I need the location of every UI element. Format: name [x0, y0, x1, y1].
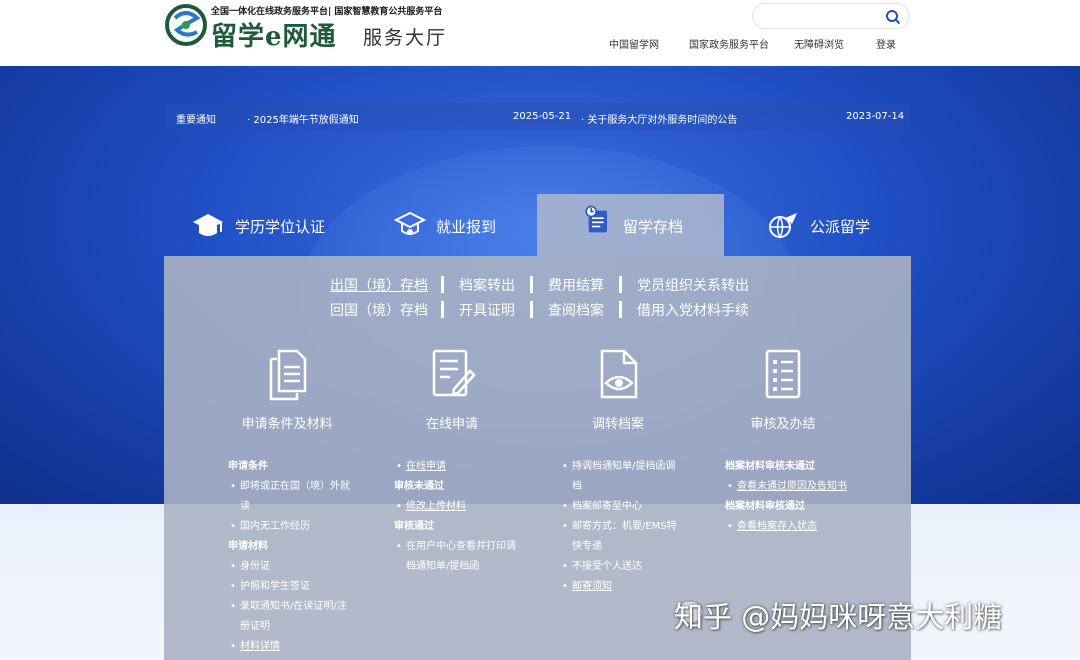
graduation-cap-icon: [193, 214, 223, 236]
logo-title: 留学e网通: [211, 22, 337, 52]
divider: [619, 276, 622, 293]
logo-emblem-icon: [165, 4, 207, 46]
list-item: 国内无工作经历: [228, 517, 368, 537]
nav-login[interactable]: 登录: [876, 36, 896, 51]
requirements-column: 申请条件 即将或正在国（境）外就 读 国内无工作经历 申请材料 身份证 护照和学…: [228, 457, 368, 657]
link-view-failure-reason[interactable]: 查看未通过原因及告知书: [725, 477, 905, 497]
link-issue-certificate[interactable]: 开具证明: [459, 300, 515, 320]
section-heading: 审核通过: [394, 521, 434, 532]
list-item-continuation: 册证明: [240, 621, 270, 632]
feature-online-apply[interactable]: 在线申请: [382, 345, 522, 435]
notice-bar: 重要通知 · 2025年端午节放假通知 2025-05-21 · 关于服务大厅对…: [165, 103, 910, 131]
tab-label: 留学存档: [623, 218, 684, 236]
tab-label: 学历学位认证: [235, 218, 326, 236]
divider: [441, 276, 444, 293]
list-item: 即将或正在国（境）外就: [228, 477, 368, 497]
list-item: 不接受个人送达: [560, 557, 700, 577]
site-header: 全国一体化在线政务服务平台| 国家智慧教育公共服务平台 留学e网通 服务大厅 中…: [0, 0, 1080, 66]
feature-label: 审核及办结: [750, 417, 816, 432]
list-item-continuation: 档: [572, 481, 582, 492]
nav-china-study-abroad[interactable]: 中国留学网: [609, 36, 659, 51]
list-item: 身份证: [228, 557, 368, 577]
feature-label: 在线申请: [425, 417, 478, 432]
link-borrow-party-materials[interactable]: 借用入党材料手续: [637, 300, 749, 320]
watermark-text: 知乎 @妈妈咪呀意大利糖: [674, 600, 1003, 634]
hat-badge-icon: [394, 211, 426, 235]
link-party-transfer-out[interactable]: 党员组织关系转出: [637, 275, 749, 295]
notice-item-date: 2025-05-21: [513, 111, 572, 122]
section-heading: 申请条件: [228, 461, 268, 472]
search-input[interactable]: [763, 7, 883, 25]
notice-label: 重要通知: [176, 115, 216, 126]
list-item-continuation: 读: [240, 501, 250, 512]
notice-item-title[interactable]: · 关于服务大厅对外服务时间的公告: [581, 111, 737, 126]
search-icon[interactable]: [885, 9, 901, 25]
tab-employment-report[interactable]: 就业报到: [380, 194, 540, 256]
nav-accessibility[interactable]: 无障碍浏览: [794, 36, 844, 51]
list-item: 在用户中心查看并打印调: [394, 537, 534, 557]
section-heading: 审核未通过: [394, 481, 444, 492]
review-column: 档案材料审核未通过 查看未通过原因及告知书 档案材料审核通过 查看档案存入状态: [725, 457, 905, 537]
link-archive-transfer-out[interactable]: 档案转出: [459, 275, 515, 295]
search-box: [752, 3, 910, 29]
divider: [530, 276, 533, 293]
edit-form-icon: [432, 349, 476, 397]
link-material-details[interactable]: 材料详情: [228, 637, 368, 657]
link-outbound-archive[interactable]: 出国（境）存档: [330, 275, 428, 295]
notice-item-date: 2023-07-14: [846, 111, 905, 122]
tab-study-abroad-archive[interactable]: 留学存档: [537, 194, 724, 256]
site-logo[interactable]: 全国一体化在线政务服务平台| 国家智慧教育公共服务平台 留学e网通 服务大厅: [165, 2, 465, 58]
tab-degree-verification[interactable]: 学历学位认证: [180, 194, 360, 256]
feature-label: 调转档案: [591, 417, 644, 432]
list-item: 录取通知书/在读证明/注: [228, 597, 368, 617]
link-online-apply[interactable]: 在线申请: [394, 457, 534, 477]
tab-government-sponsored[interactable]: 公派留学: [755, 194, 915, 256]
list-item: 护照和学生签证: [228, 577, 368, 597]
link-view-archive-status[interactable]: 查看档案存入状态: [725, 517, 905, 537]
link-return-archive[interactable]: 回国（境）存档: [330, 300, 428, 320]
list-item: 档案邮寄至中心: [560, 497, 700, 517]
tab-label: 公派留学: [810, 218, 871, 236]
tab-label: 就业报到: [436, 218, 497, 236]
list-item: 持调档通知单/提档函调: [560, 457, 700, 477]
feature-review-complete[interactable]: 审核及办结: [713, 345, 853, 435]
transfer-column: 持调档通知单/提档函调 档 档案邮寄至中心 邮寄方式：机要/EMS特 快专递 不…: [560, 457, 700, 597]
section-heading: 申请材料: [228, 541, 268, 552]
section-heading: 档案材料审核通过: [725, 501, 805, 512]
list-item: 邮寄方式：机要/EMS特: [560, 517, 700, 537]
feature-transfer-archive[interactable]: 调转档案: [548, 345, 688, 435]
link-modify-upload[interactable]: 修改上传材料: [394, 497, 534, 517]
documents-icon: [269, 349, 307, 401]
divider: [441, 301, 444, 318]
link-view-archive[interactable]: 查阅档案: [548, 300, 604, 320]
section-heading: 档案材料审核未通过: [725, 461, 815, 472]
airplane-globe-icon: [769, 213, 797, 239]
list-item-continuation: 档通知单/提档函: [406, 561, 480, 572]
nav-gov-service-platform[interactable]: 国家政务服务平台: [689, 36, 769, 51]
online-apply-column: 在线申请 审核未通过 修改上传材料 审核通过 在用户中心查看并打印调 档通知单/…: [394, 457, 534, 577]
link-fee-settlement[interactable]: 费用结算: [548, 275, 604, 295]
archive-doc-icon: [585, 205, 607, 233]
view-file-icon: [600, 349, 638, 399]
divider: [530, 301, 533, 318]
checklist-icon: [765, 349, 801, 399]
logo-subtitle: 服务大厅: [363, 27, 448, 49]
notice-item-title[interactable]: · 2025年端午节放假通知: [247, 111, 359, 126]
list-item-continuation: 快专递: [572, 541, 602, 552]
feature-label: 申请条件及材料: [241, 417, 333, 432]
feature-requirements[interactable]: 申请条件及材料: [217, 345, 357, 435]
divider: [619, 301, 622, 318]
